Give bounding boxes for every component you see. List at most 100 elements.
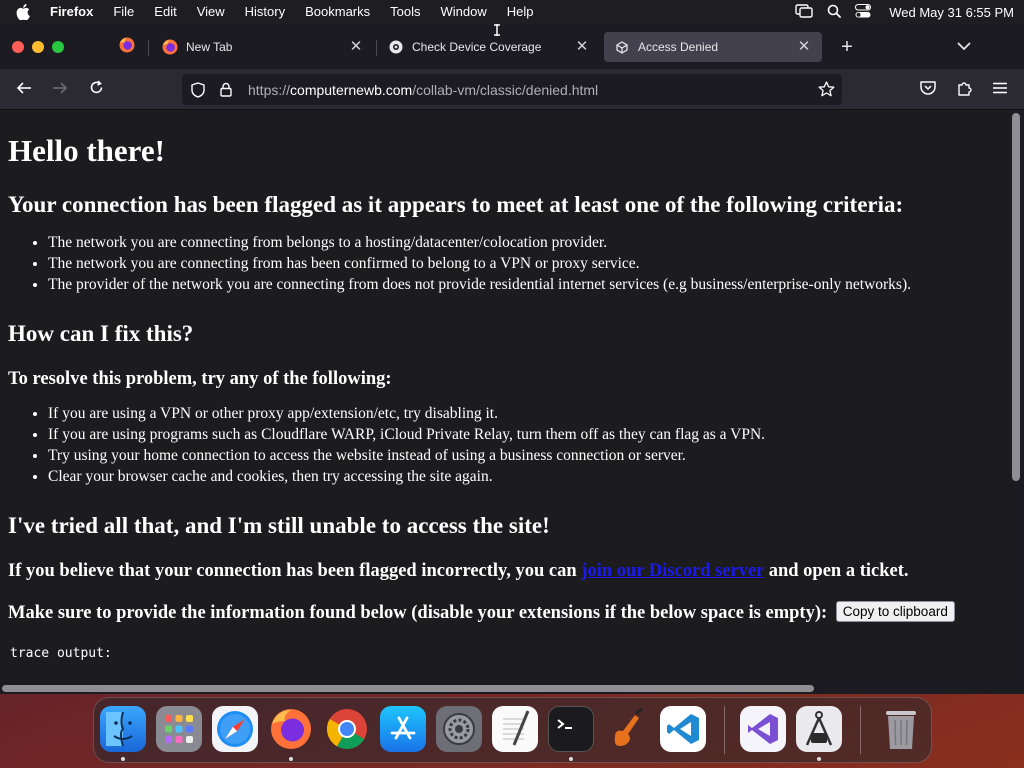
tab-separator bbox=[148, 40, 149, 56]
menu-bookmarks[interactable]: Bookmarks bbox=[295, 0, 380, 24]
list-item: If you are using programs such as Cloudf… bbox=[48, 424, 1002, 445]
tab-title: New Tab bbox=[186, 40, 233, 54]
incorrect-prefix: If you believe that your connection has … bbox=[8, 561, 582, 581]
resolve-heading: To resolve this problem, try any of the … bbox=[8, 369, 392, 389]
page-title: Hello there! bbox=[8, 133, 165, 168]
menu-view[interactable]: View bbox=[187, 0, 235, 24]
tab-separator bbox=[376, 40, 377, 56]
finder-icon[interactable] bbox=[100, 706, 146, 752]
navigation-toolbar: https://computernewb.com/collab-vm/class… bbox=[0, 70, 1024, 110]
tab-check-device-coverage[interactable]: Check Device Coverage ✕ bbox=[378, 32, 600, 62]
close-window-button[interactable] bbox=[12, 41, 24, 53]
running-indicator bbox=[817, 757, 821, 761]
url-host: computernewb.com bbox=[290, 81, 413, 98]
site-icon bbox=[388, 39, 404, 55]
arrow-right-icon bbox=[52, 81, 68, 100]
tried-heading: I've tried all that, and I'm still unabl… bbox=[8, 513, 550, 538]
apple-menu-icon[interactable] bbox=[12, 4, 34, 20]
textedit-icon[interactable] bbox=[492, 706, 538, 752]
spotlight-search-icon[interactable] bbox=[827, 4, 842, 21]
menu-file[interactable]: File bbox=[103, 0, 144, 24]
horizontal-scrollbar[interactable] bbox=[2, 685, 814, 692]
lock-icon[interactable] bbox=[216, 80, 236, 100]
menu-clock[interactable]: Wed May 31 6:55 PM bbox=[889, 5, 1014, 20]
chrome-icon[interactable] bbox=[324, 706, 370, 752]
menu-history[interactable]: History bbox=[235, 0, 295, 24]
close-tab-icon[interactable]: ✕ bbox=[574, 39, 590, 55]
incorrect-suffix: and open a ticket. bbox=[764, 561, 909, 581]
bookmark-star-icon[interactable] bbox=[816, 79, 836, 99]
address-bar[interactable]: https://computernewb.com/collab-vm/class… bbox=[182, 74, 842, 105]
fixes-list: If you are using a VPN or other proxy ap… bbox=[8, 403, 1002, 487]
info-label: Make sure to provide the information fou… bbox=[8, 603, 828, 623]
safari-icon[interactable] bbox=[212, 706, 258, 752]
reload-icon bbox=[89, 80, 104, 100]
running-indicator bbox=[289, 757, 293, 761]
back-button[interactable] bbox=[11, 78, 37, 102]
firefox-icon bbox=[162, 39, 178, 55]
fullscreen-window-button[interactable] bbox=[52, 41, 64, 53]
criteria-list: The network you are connecting from belo… bbox=[8, 232, 1002, 295]
instruments-icon[interactable] bbox=[796, 706, 842, 752]
list-item: Try using your home connection to access… bbox=[48, 445, 1002, 466]
trash-icon[interactable] bbox=[878, 706, 924, 752]
running-indicator bbox=[569, 757, 573, 761]
horizontal-scrollbar-track bbox=[0, 683, 1024, 694]
forward-button[interactable] bbox=[47, 78, 73, 102]
menu-window[interactable]: Window bbox=[431, 0, 497, 24]
tracking-protection-icon[interactable] bbox=[188, 80, 208, 100]
visual-studio-icon[interactable] bbox=[740, 706, 786, 752]
menu-app-firefox[interactable]: Firefox bbox=[40, 0, 103, 24]
mouse-cursor-icon bbox=[493, 23, 501, 41]
tab-strip: New Tab ✕ Check Device Coverage ✕ Access… bbox=[0, 24, 1024, 70]
dock-separator bbox=[724, 706, 725, 754]
terminal-icon[interactable] bbox=[548, 706, 594, 752]
system-settings-icon[interactable] bbox=[436, 706, 482, 752]
firefox-window: New Tab ✕ Check Device Coverage ✕ Access… bbox=[0, 24, 1024, 694]
list-item: The network you are connecting from belo… bbox=[48, 232, 1002, 253]
minimize-window-button[interactable] bbox=[32, 41, 44, 53]
menu-help[interactable]: Help bbox=[497, 0, 544, 24]
app-store-icon[interactable] bbox=[380, 706, 426, 752]
list-item: The network you are connecting from has … bbox=[48, 253, 1002, 274]
chevron-down-icon bbox=[957, 38, 971, 56]
close-tab-icon[interactable]: ✕ bbox=[348, 39, 364, 55]
trace-output-label: trace output: bbox=[10, 646, 112, 662]
control-center-icon[interactable] bbox=[855, 3, 872, 21]
arrow-left-icon bbox=[16, 81, 32, 100]
menu-tools[interactable]: Tools bbox=[380, 0, 430, 24]
dock bbox=[93, 697, 932, 763]
tab-access-denied[interactable]: Access Denied ✕ bbox=[604, 32, 822, 62]
list-item: If you are using a VPN or other proxy ap… bbox=[48, 403, 1002, 424]
firefox-icon[interactable] bbox=[268, 706, 314, 752]
tab-new-tab[interactable]: New Tab ✕ bbox=[152, 32, 374, 62]
vscode-icon[interactable] bbox=[660, 706, 706, 752]
tab-title: Check Device Coverage bbox=[412, 40, 542, 54]
info-text: Make sure to provide the information fou… bbox=[8, 601, 1002, 624]
vertical-scrollbar[interactable] bbox=[1012, 113, 1020, 481]
app-menu-button[interactable] bbox=[987, 78, 1013, 102]
extensions-button[interactable] bbox=[951, 78, 977, 102]
hamburger-menu-icon bbox=[993, 81, 1007, 99]
url-text[interactable]: https://computernewb.com/collab-vm/class… bbox=[248, 82, 598, 98]
list-item: Clear your browser cache and cookies, th… bbox=[48, 466, 1002, 487]
fix-heading: How can I fix this? bbox=[8, 321, 194, 346]
list-all-tabs-button[interactable] bbox=[952, 36, 976, 58]
flagged-heading: Your connection has been flagged as it a… bbox=[8, 192, 904, 217]
launchpad-icon[interactable] bbox=[156, 706, 202, 752]
copy-to-clipboard-button[interactable]: Copy to clipboard bbox=[835, 601, 955, 623]
dock-separator bbox=[860, 706, 861, 754]
pinned-tab-firefox[interactable] bbox=[110, 33, 144, 61]
new-tab-button[interactable]: + bbox=[836, 36, 858, 58]
incorrect-flag-text: If you believe that your connection has … bbox=[8, 560, 1002, 582]
reload-button[interactable] bbox=[83, 78, 109, 102]
close-tab-icon[interactable]: ✕ bbox=[796, 39, 812, 55]
firefox-icon bbox=[119, 37, 135, 58]
discord-link[interactable]: join our Discord server bbox=[581, 561, 764, 581]
menu-edit[interactable]: Edit bbox=[144, 0, 186, 24]
menu-bar: Firefox File Edit View History Bookmarks… bbox=[0, 0, 1024, 24]
screen-mirroring-icon[interactable] bbox=[795, 3, 813, 21]
list-item: The provider of the network you are conn… bbox=[48, 274, 1002, 295]
garageband-icon[interactable] bbox=[604, 706, 650, 752]
pocket-button[interactable] bbox=[915, 78, 941, 102]
